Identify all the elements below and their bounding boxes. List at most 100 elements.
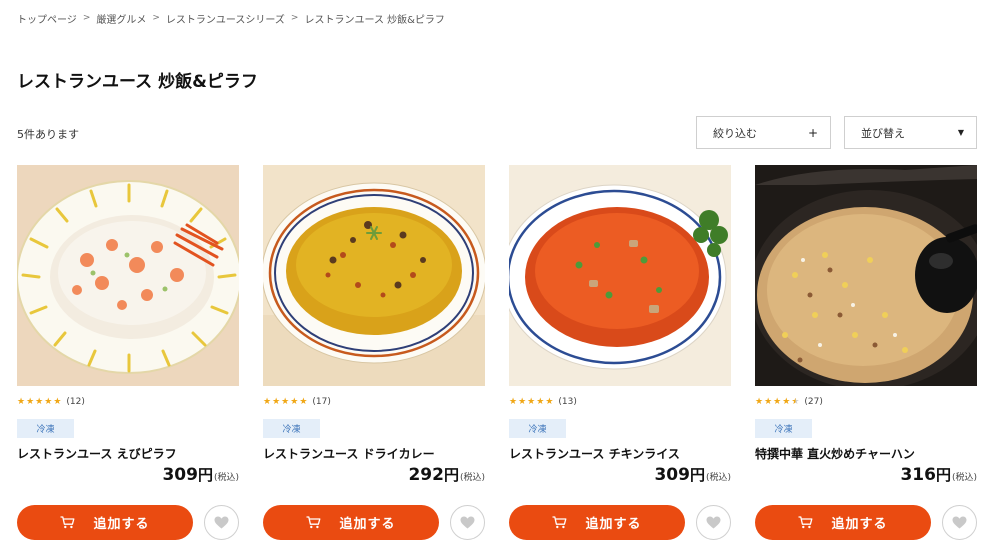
product-image[interactable] [755,165,977,386]
rating: ★ ★ ★ ★ ★ (27) [755,396,823,408]
star-icon: ★ [263,396,272,407]
frozen-tag: 冷凍 [17,419,74,438]
tax-label: (税込) [459,473,485,483]
star-icon: ★ [536,396,545,407]
add-to-cart-label: 追加する [339,517,396,532]
product-name[interactable]: レストランユース チキンライス [509,445,680,462]
filter-label: 絞り込む [713,126,757,140]
review-count: (17) [312,397,331,407]
star-rating: ★ ★ ★ ★ ★ [509,396,554,407]
cart-icon [60,516,75,529]
breadcrumb-separator: > [82,13,91,23]
sort-label: 並び替え [861,126,905,140]
add-to-cart-button[interactable]: 追加する [17,505,193,540]
star-icon: ★ [44,396,53,407]
breadcrumb: トップページ > 厳選グルメ > レストランユースシリーズ > レストランユース… [17,11,445,26]
product-price: 309 円 (税込) [654,464,731,485]
star-rating: ★ ★ ★ ★ ★ [263,396,308,407]
caret-down-icon: ▼ [957,128,964,137]
review-count: (13) [558,397,577,407]
favorite-button[interactable] [696,505,731,540]
price-amount: 316 [900,465,936,485]
product-image[interactable] [263,165,485,386]
favorite-button[interactable] [204,505,239,540]
product-name[interactable]: 特撰中華 直火炒めチャーハン [755,445,915,462]
breadcrumb-item-top[interactable]: トップページ [17,11,77,26]
product-image[interactable] [17,165,239,386]
rating: ★ ★ ★ ★ ★ (13) [509,396,577,408]
cart-icon [798,516,813,529]
star-rating: ★ ★ ★ ★ ★ [17,396,62,407]
add-to-cart-label: 追加する [831,517,888,532]
frozen-tag: 冷凍 [263,419,320,438]
frozen-tag: 冷凍 [755,419,812,438]
price-currency: 円 [689,466,705,484]
heart-icon [706,516,721,529]
product-card: ★ ★ ★ ★ ★ (17) 冷凍 レストランユース ドライカレー 292 円 (税込) 追… [263,165,485,545]
tax-label: (税込) [213,473,239,483]
rating: ★ ★ ★ ★ ★ (12) [17,396,85,408]
star-rating: ★ ★ ★ ★ ★ [755,396,800,407]
price-currency: 円 [443,466,459,484]
breadcrumb-item-gourmet[interactable]: 厳選グルメ [96,11,146,26]
breadcrumb-item-series[interactable]: レストランユースシリーズ [166,11,285,26]
star-icon: ★ [26,396,35,407]
cart-icon [306,516,321,529]
star-icon: ★ [272,396,281,407]
price-amount: 292 [408,465,444,485]
star-icon: ★ [527,396,536,407]
star-icon: ★ [764,396,773,407]
star-icon: ★ [773,396,782,407]
star-icon: ★ [17,396,26,407]
tax-label: (税込) [705,473,731,483]
star-half-icon: ★ [791,396,800,407]
product-card: ★ ★ ★ ★ ★ (27) 冷凍 特撰中華 直火炒めチャーハン 316 円 (税込) 追加… [755,165,977,545]
star-icon: ★ [281,396,290,407]
review-count: (12) [66,397,85,407]
frozen-tag: 冷凍 [509,419,566,438]
star-icon: ★ [35,396,44,407]
heart-icon [460,516,475,529]
breadcrumb-separator: > [290,13,299,23]
price-currency: 円 [197,466,213,484]
star-icon: ★ [53,396,62,407]
add-to-cart-label: 追加する [585,517,642,532]
star-icon: ★ [290,396,299,407]
star-icon: ★ [755,396,764,407]
favorite-button[interactable] [450,505,485,540]
plus-icon: + [807,125,818,140]
star-icon: ★ [782,396,791,407]
star-icon: ★ [545,396,554,407]
tax-label: (税込) [951,473,977,483]
price-amount: 309 [162,465,198,485]
add-to-cart-button[interactable]: 追加する [755,505,931,540]
product-name[interactable]: レストランユース えびピラフ [17,445,177,462]
heart-icon [214,516,229,529]
product-price: 316 円 (税込) [900,464,977,485]
price-currency: 円 [935,466,951,484]
review-count: (27) [804,397,823,407]
filter-button[interactable]: 絞り込む + [696,116,831,149]
cart-icon [552,516,567,529]
breadcrumb-item-current: レストランユース 炒飯&ピラフ [304,14,445,26]
breadcrumb-separator: > [152,13,160,23]
result-count: 5件あります [17,128,79,141]
sort-select[interactable]: 並び替え ▼ [844,116,977,149]
product-card: ★ ★ ★ ★ ★ (12) 冷凍 レストランユース えびピラフ 309 円 (税込) 追加… [17,165,239,545]
product-price: 292 円 (税込) [408,464,485,485]
star-icon: ★ [518,396,527,407]
heart-icon [952,516,967,529]
rating: ★ ★ ★ ★ ★ (17) [263,396,331,408]
star-icon: ★ [509,396,518,407]
star-icon: ★ [299,396,308,407]
price-amount: 309 [654,465,690,485]
add-to-cart-button[interactable]: 追加する [263,505,439,540]
product-price: 309 円 (税込) [162,464,239,485]
product-image[interactable] [509,165,731,386]
product-card: ★ ★ ★ ★ ★ (13) 冷凍 レストランユース チキンライス 309 円 (税込) 追… [509,165,731,545]
add-to-cart-label: 追加する [93,517,150,532]
add-to-cart-button[interactable]: 追加する [509,505,685,540]
page-title: レストランユース 炒飯&ピラフ [17,72,258,92]
product-name[interactable]: レストランユース ドライカレー [263,445,435,462]
favorite-button[interactable] [942,505,977,540]
